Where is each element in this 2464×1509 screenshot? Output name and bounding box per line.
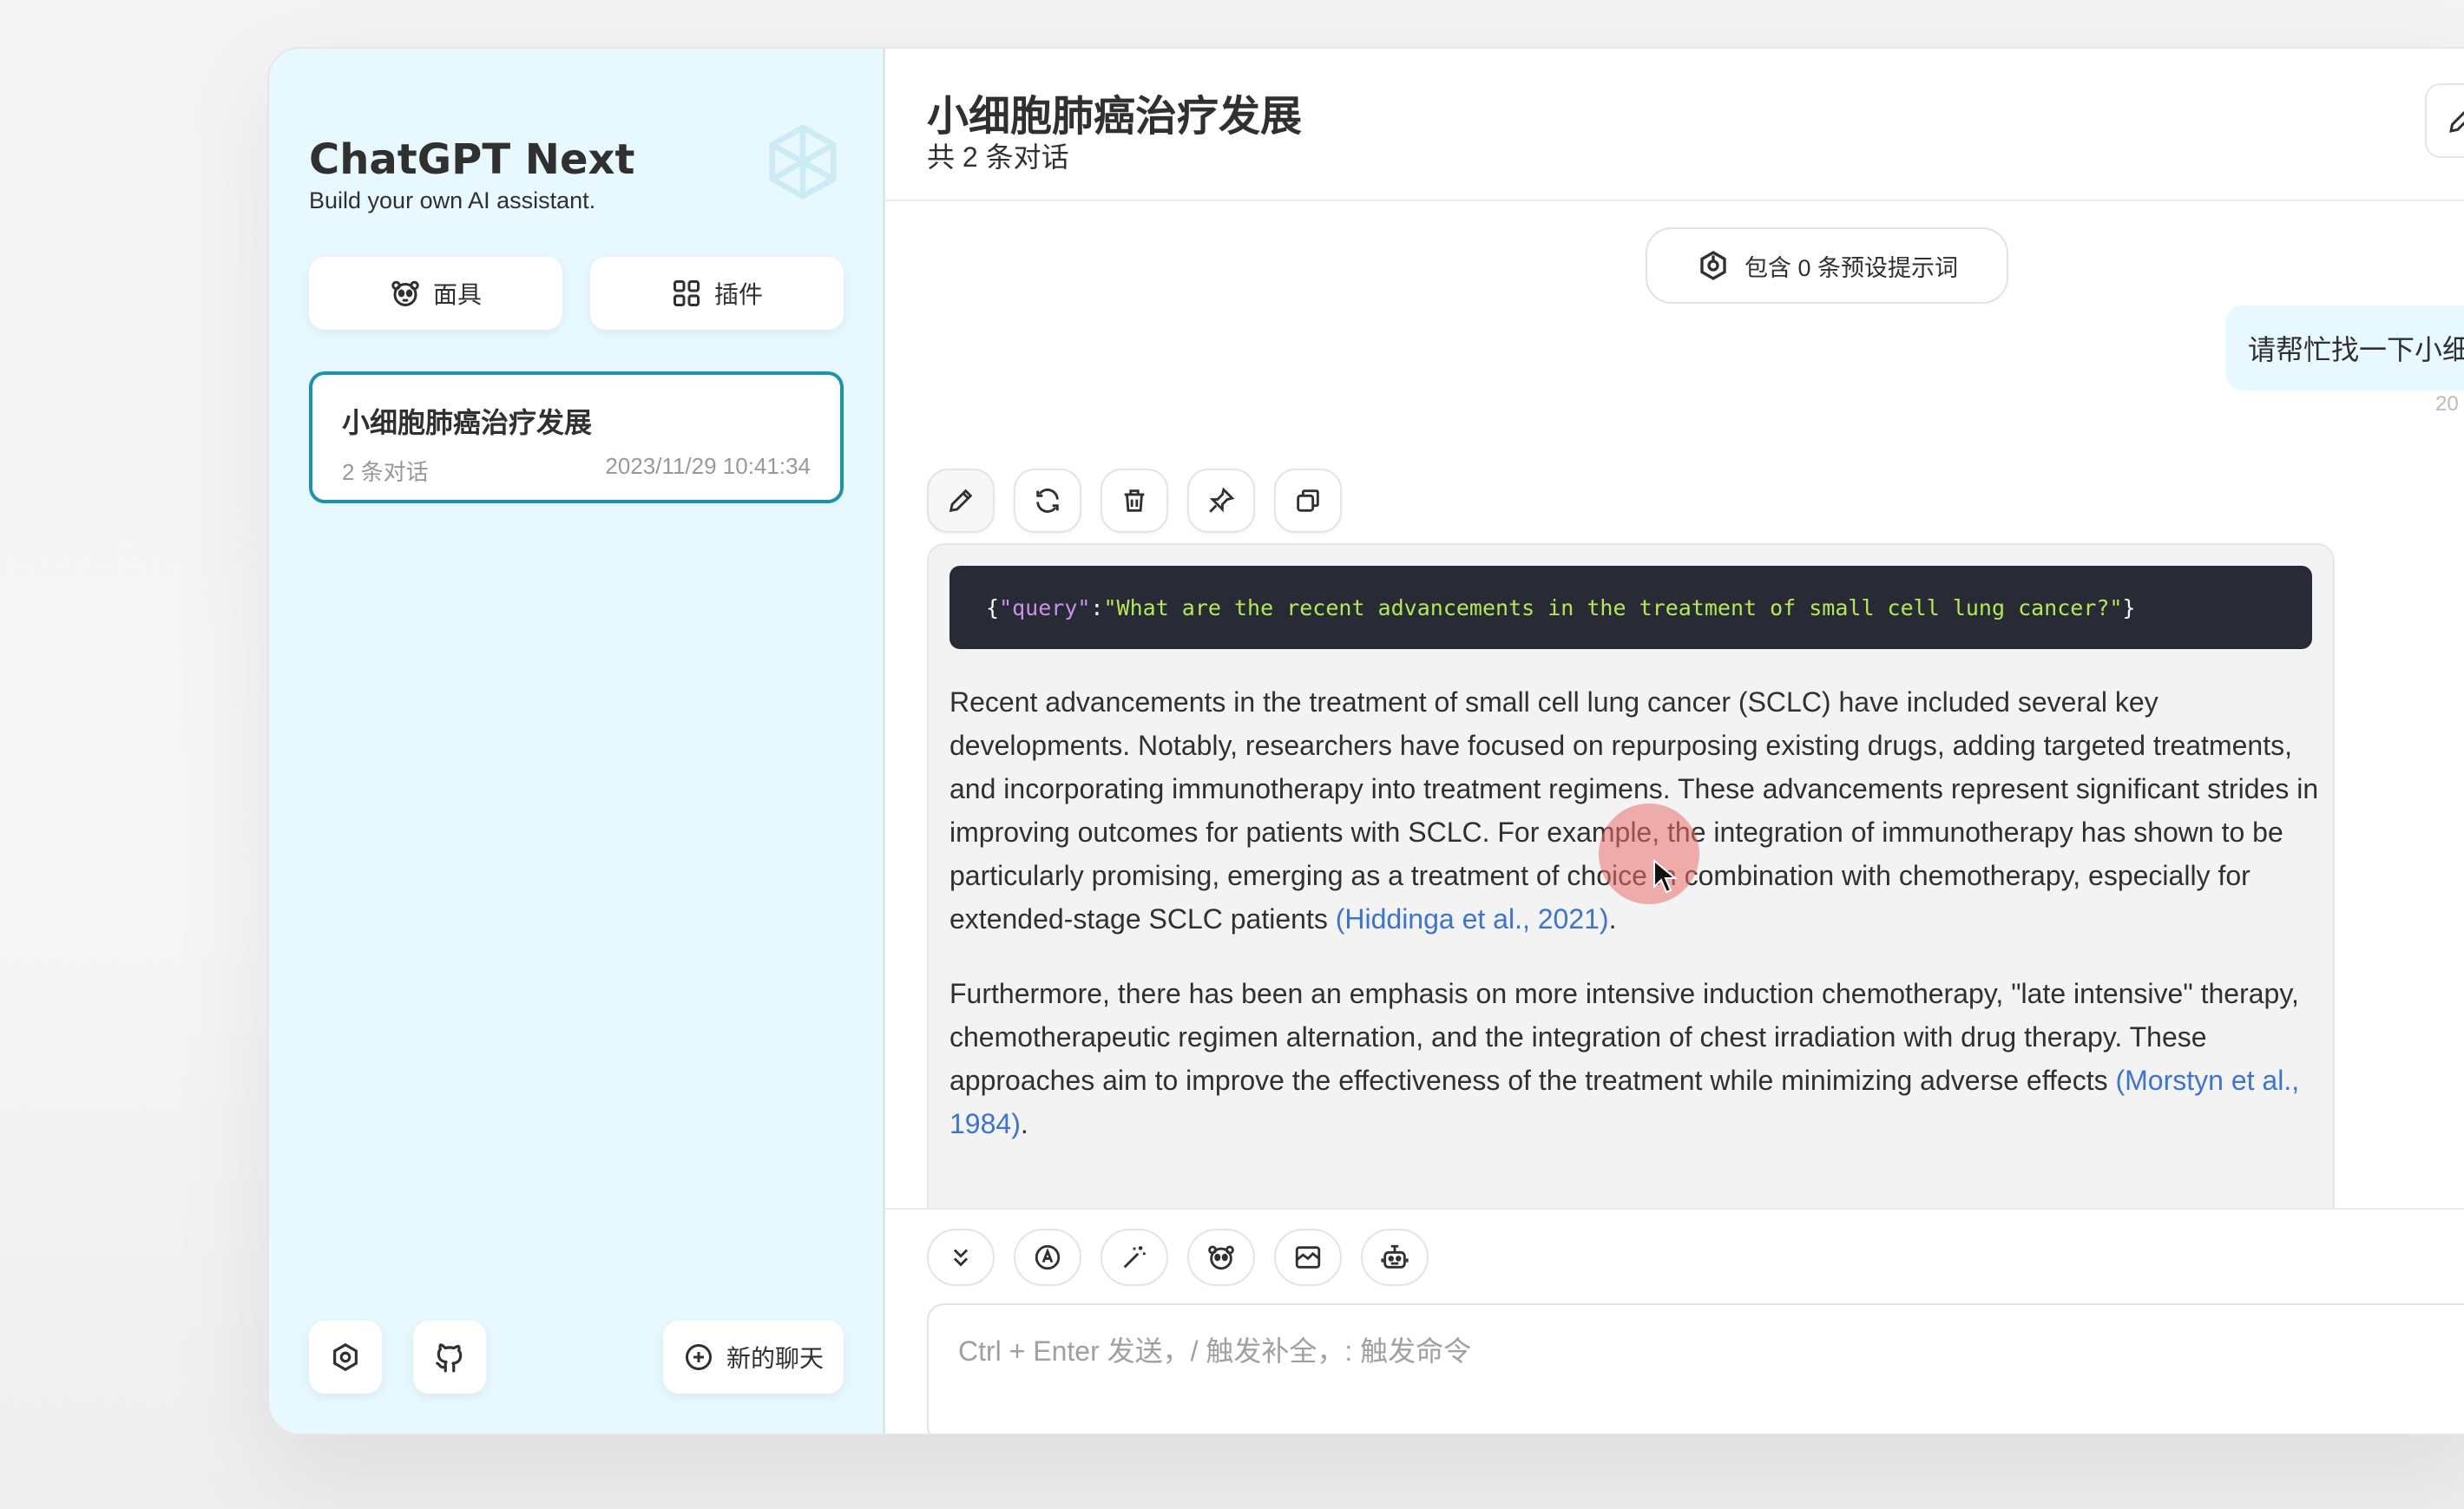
edit-message-button[interactable] bbox=[927, 469, 995, 533]
plus-circle-icon bbox=[685, 1344, 712, 1370]
model-select-button[interactable] bbox=[1014, 1229, 1081, 1286]
paragraph-end: . bbox=[1020, 1108, 1028, 1139]
paragraph-text: Furthermore, there has been an emphasis … bbox=[949, 978, 2299, 1096]
mask-icon bbox=[391, 280, 419, 306]
prompt-button[interactable] bbox=[1101, 1229, 1168, 1286]
chat-input[interactable] bbox=[927, 1303, 2464, 1434]
chat-subtitle: 共 2 条对话 bbox=[927, 141, 1069, 173]
pin-icon bbox=[1209, 487, 1235, 513]
code-colon: : bbox=[1090, 594, 1104, 620]
masks-label: 面具 bbox=[432, 281, 482, 308]
citation-link[interactable]: (Hiddinga et al., 2021) bbox=[1336, 903, 1609, 935]
magic-wand-icon bbox=[1123, 1246, 1146, 1269]
pin-button[interactable] bbox=[1187, 469, 1255, 533]
bot-message: {"query": "What are the recent advancemen… bbox=[927, 543, 2335, 1237]
user-message-date: 20 bbox=[2435, 392, 2459, 416]
openai-logo-icon bbox=[769, 124, 837, 200]
retry-button[interactable] bbox=[1014, 469, 1081, 533]
mask-icon bbox=[1208, 1245, 1234, 1270]
message-paragraph: Recent advancements in the treatment of … bbox=[949, 680, 2329, 941]
clear-context-button[interactable] bbox=[1274, 1229, 1342, 1286]
brain-icon bbox=[1700, 251, 1726, 280]
refresh-icon bbox=[1036, 489, 1059, 513]
trash-icon bbox=[1124, 489, 1145, 512]
app-window: ChatGPT Next Build your own AI assistant… bbox=[267, 47, 2464, 1435]
chat-title[interactable]: 小细胞肺癌治疗发展 bbox=[927, 82, 1302, 142]
copy-button[interactable] bbox=[1274, 469, 1342, 533]
delete-button[interactable] bbox=[1101, 469, 1168, 533]
code-block[interactable]: {"query": "What are the recent advancemen… bbox=[949, 566, 2312, 649]
double-chevron-down-icon bbox=[953, 1249, 969, 1267]
code-key: "query" bbox=[999, 594, 1091, 620]
rename-chat-button[interactable] bbox=[2425, 83, 2464, 158]
scroll-bottom-button[interactable] bbox=[927, 1229, 995, 1286]
app-title: ChatGPT Next bbox=[309, 135, 635, 184]
code-value: "What are the recent advancements in the… bbox=[1103, 594, 2123, 620]
new-chat-label: 新的聊天 bbox=[726, 1345, 824, 1372]
chat-main: 小细胞肺癌治疗发展 共 2 条对话 包含 0 条预设提示词 请帮忙找一下小细胞 … bbox=[885, 49, 2464, 1434]
github-button[interactable] bbox=[413, 1321, 486, 1394]
chat-item-count: 2 条对话 bbox=[342, 459, 429, 485]
sidebar: ChatGPT Next Build your own AI assistant… bbox=[269, 49, 885, 1434]
message-paragraph: Furthermore, there has been an emphasis … bbox=[949, 972, 2329, 1145]
pencil-icon bbox=[949, 489, 973, 513]
masks-tool-button[interactable] bbox=[1187, 1229, 1255, 1286]
input-panel bbox=[885, 1208, 2464, 1434]
code-brace-open: { bbox=[986, 594, 1000, 620]
new-chat-button[interactable]: 新的聊天 bbox=[663, 1321, 844, 1394]
settings-icon bbox=[333, 1342, 358, 1372]
code-brace-close: } bbox=[2122, 594, 2136, 620]
context-prompt-pill[interactable]: 包含 0 条预设提示词 bbox=[1646, 227, 2008, 304]
message-actions bbox=[927, 469, 1342, 533]
context-prompt-label: 包含 0 条预设提示词 bbox=[1744, 254, 1959, 281]
plugin-tool-button[interactable] bbox=[1361, 1229, 1429, 1286]
chat-item-date: 2023/11/29 10:41:34 bbox=[605, 453, 811, 479]
github-icon bbox=[436, 1343, 463, 1373]
plugins-label: 插件 bbox=[713, 281, 763, 308]
paragraph-end: . bbox=[1608, 903, 1617, 935]
robot-icon bbox=[1381, 1244, 1409, 1269]
paragraph-text: Recent advancements in the treatment of … bbox=[949, 686, 2319, 935]
plugins-button[interactable]: 插件 bbox=[590, 257, 844, 330]
app-subtitle: Build your own AI assistant. bbox=[309, 187, 596, 213]
image-frame-icon bbox=[1295, 1246, 1321, 1269]
chat-item-title: 小细胞肺癌治疗发展 bbox=[342, 407, 593, 438]
chat-toolbar bbox=[927, 1229, 1429, 1286]
masks-button[interactable]: 面具 bbox=[309, 257, 562, 330]
chat-header: 小细胞肺癌治疗发展 共 2 条对话 bbox=[885, 49, 2464, 201]
pencil-icon bbox=[2449, 110, 2464, 133]
user-message: 请帮忙找一下小细胞 bbox=[2225, 305, 2464, 390]
plugin-grid-icon bbox=[673, 280, 700, 306]
settings-button[interactable] bbox=[309, 1321, 382, 1394]
chat-list-item[interactable]: 小细胞肺癌治疗发展 2 条对话 2023/11/29 10:41:34 bbox=[309, 371, 844, 503]
copy-icon bbox=[1297, 489, 1319, 512]
auto-theme-icon bbox=[1035, 1244, 1061, 1270]
